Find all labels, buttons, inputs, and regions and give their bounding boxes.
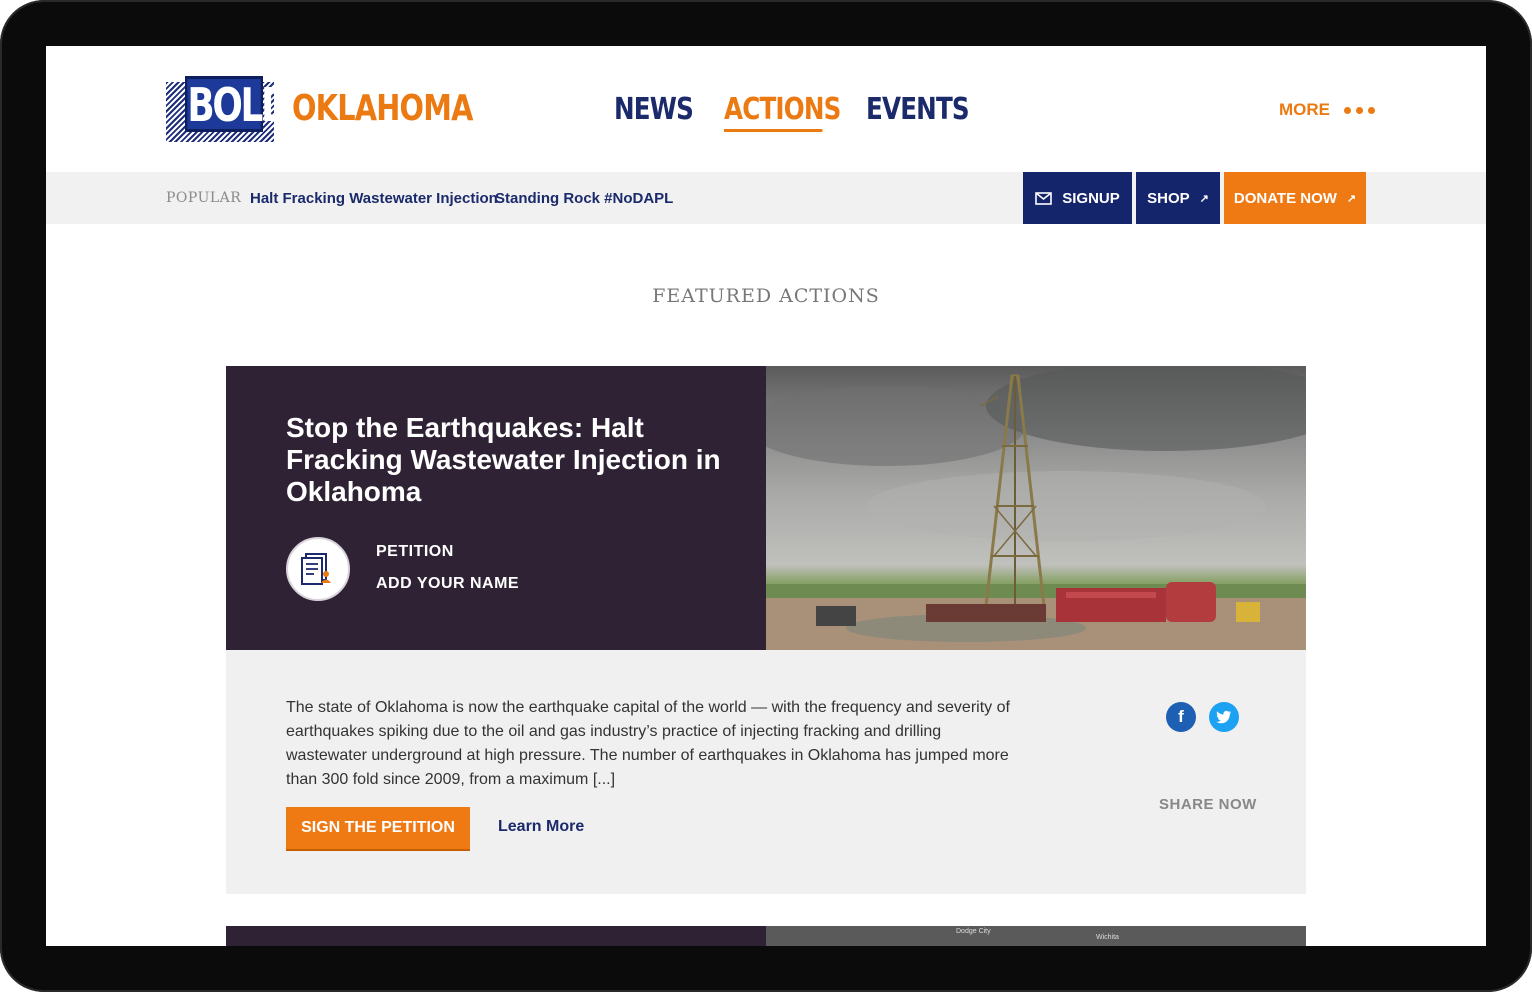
featured-actions-title: FEATURED ACTIONS (652, 285, 880, 307)
device-frame: BOLD OKLAHOMA NEWS ACTIONS EVENTS MORE P… (0, 0, 1532, 992)
card-description: The state of Oklahoma is now the earthqu… (286, 699, 1010, 788)
map-label-dodge-city: Dodge City (956, 928, 991, 935)
learn-more-link[interactable]: Learn More (498, 818, 584, 836)
action-type-label: PETITION (376, 543, 454, 560)
sign-petition-button[interactable]: SIGN THE PETITION (286, 807, 470, 849)
drilling-rig-photo (766, 366, 1306, 650)
signup-button[interactable]: SIGNUP (1023, 172, 1132, 224)
envelope-icon (1035, 191, 1053, 205)
logo-state-name[interactable]: OKLAHOMA (292, 88, 473, 129)
shop-label: SHOP (1147, 189, 1190, 207)
popular-link-fracking[interactable]: Halt Fracking Wastewater Injection (250, 190, 498, 207)
hero-panel: Stop the Earthquakes: Halt Fracking Wast… (226, 366, 766, 650)
donate-button[interactable]: DONATE NOW ↗ (1224, 172, 1366, 224)
document-icon (286, 537, 350, 601)
featured-card-body: The state of Oklahoma is now the earthqu… (226, 650, 1306, 894)
browser-screen: BOLD OKLAHOMA NEWS ACTIONS EVENTS MORE P… (46, 46, 1486, 946)
card-title[interactable]: Stop the Earthquakes: Halt Fracking Wast… (286, 412, 746, 508)
add-your-name-link[interactable]: ADD YOUR NAME (376, 575, 519, 593)
more-menu-button[interactable]: MORE (1279, 100, 1375, 120)
logo-word: BOLD (185, 76, 291, 132)
donate-label: DONATE NOW (1233, 189, 1337, 207)
signup-label: SIGNUP (1062, 189, 1120, 207)
bold-logo[interactable]: BOLD (166, 76, 291, 142)
external-arrow-icon: ↗ (1346, 192, 1357, 205)
main-nav: NEWS ACTIONS EVENTS (614, 92, 978, 132)
facebook-icon[interactable]: f (1166, 702, 1196, 732)
nav-actions[interactable]: ACTIONS (724, 92, 841, 132)
shop-button[interactable]: SHOP ↗ (1136, 172, 1220, 224)
popular-label: POPULAR (166, 190, 242, 206)
next-card-hero-panel (226, 926, 766, 946)
nav-news[interactable]: NEWS (614, 92, 694, 132)
popular-link-standing-rock[interactable]: Standing Rock #NoDAPL (495, 190, 673, 207)
map-label-wichita: Wichita (1096, 934, 1119, 941)
twitter-icon[interactable] (1209, 702, 1239, 732)
external-arrow-icon: ↗ (1199, 192, 1209, 205)
dots-icon (1344, 106, 1375, 114)
featured-card-hero: Stop the Earthquakes: Halt Fracking Wast… (226, 366, 1306, 650)
more-label: MORE (1279, 100, 1330, 119)
popular-bar: POPULAR Halt Fracking Wastewater Injecti… (46, 172, 1486, 224)
share-now-label: SHARE NOW (1159, 796, 1257, 813)
nav-events[interactable]: EVENTS (866, 92, 970, 132)
next-card-map-image: Dodge City Wichita (766, 926, 1306, 946)
